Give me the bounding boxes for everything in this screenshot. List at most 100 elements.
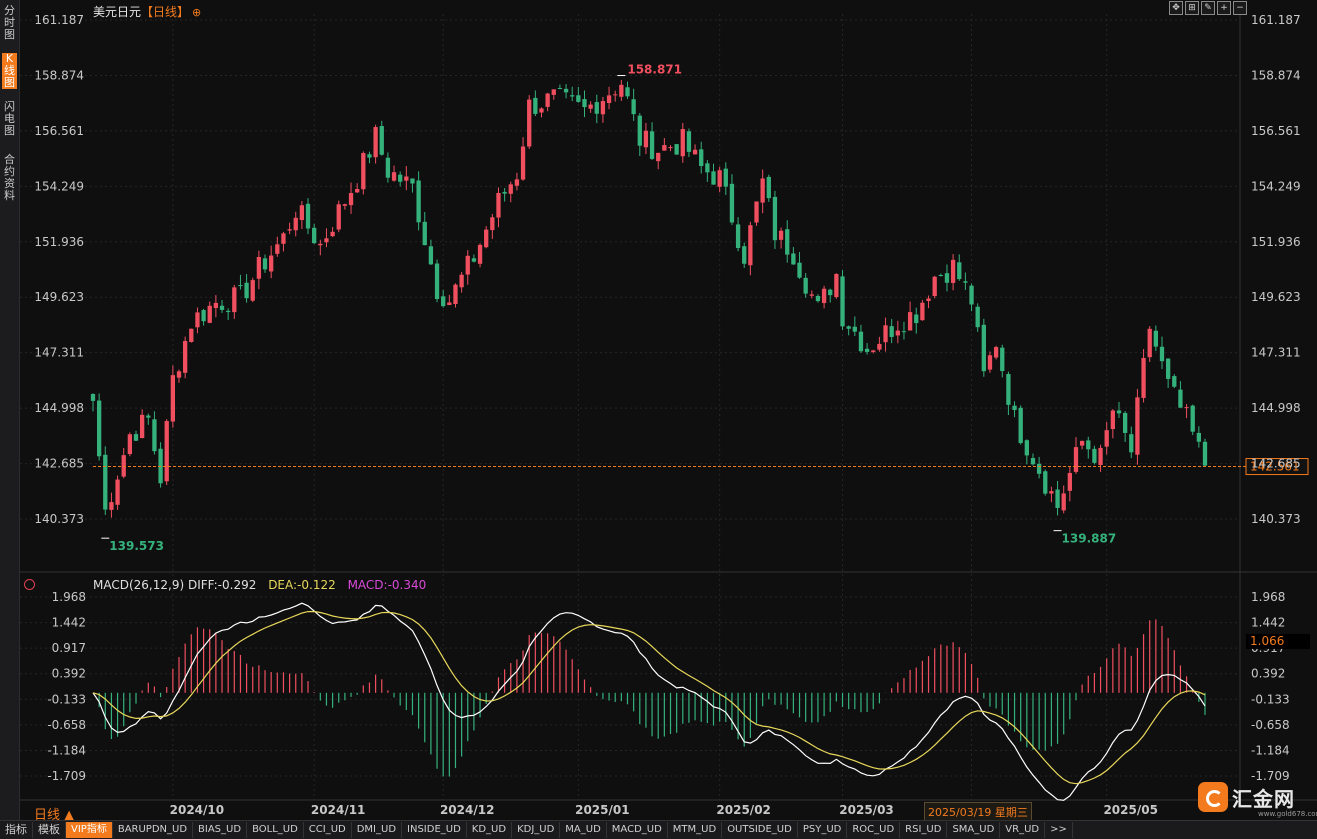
candle-body <box>139 414 145 439</box>
candle-body <box>342 204 348 206</box>
indicator-tab[interactable]: >> <box>1045 822 1073 838</box>
macd-title: MACD(26,12,9) DIFF:-0.292 DEA:-0.122 MAC… <box>93 578 426 592</box>
indicator-tab[interactable]: PSY_UD <box>798 822 848 838</box>
candle-body <box>631 99 636 115</box>
indicator-tab[interactable]: KD_UD <box>467 822 513 838</box>
candle-body <box>1135 397 1140 455</box>
time-tick: 2024/11 <box>311 803 365 817</box>
indicator-tab[interactable]: 指标 <box>0 822 33 838</box>
candle-body <box>742 246 747 264</box>
candle-body <box>914 314 919 324</box>
candle-body <box>152 419 157 452</box>
candle-body <box>1122 412 1128 433</box>
candle-body <box>1061 493 1066 511</box>
indicator-tab[interactable]: RSI_UD <box>900 822 948 838</box>
candle-body <box>441 296 446 307</box>
diff-value: DIFF:-0.292 <box>187 578 257 592</box>
candle-body <box>195 312 200 328</box>
indicator-tab[interactable]: OUTSIDE_UD <box>722 822 798 838</box>
candle-body <box>115 479 120 505</box>
price-tick-right: 149.623 <box>1251 290 1301 304</box>
indicator-tab[interactable]: VR_UD <box>1000 822 1046 838</box>
candle-body <box>269 255 274 272</box>
indicator-tab[interactable]: INSIDE_UD <box>402 822 467 838</box>
candle-body <box>275 244 280 254</box>
candle-body <box>422 221 427 246</box>
candle-body <box>637 115 642 146</box>
indicator-tab[interactable]: MACD_UD <box>607 822 668 838</box>
candle-body <box>1000 347 1005 372</box>
indicator-settings-icon[interactable] <box>24 579 35 590</box>
candle-body <box>803 277 808 294</box>
indicator-tab[interactable]: MTM_UD <box>668 822 723 838</box>
indicator-tab[interactable]: BIAS_UD <box>193 822 248 838</box>
price-tick-left: 161.187 <box>34 13 84 27</box>
candle-body <box>1190 405 1195 432</box>
macd-tick-left: 1.442 <box>52 616 86 630</box>
indicator-tab[interactable]: BARUPDN_UD <box>113 822 194 838</box>
candle-body <box>226 310 231 313</box>
draw-icon[interactable]: ✎ <box>1201 1 1215 15</box>
macd-tick-right: -1.184 <box>1251 743 1290 757</box>
chart-svg[interactable]: 158.871139.573139.887142.561161.187 161.1… <box>0 0 1317 820</box>
candle-body <box>938 274 943 276</box>
candle-body <box>1165 358 1171 379</box>
reset-icon[interactable]: ⊞ <box>1185 1 1199 15</box>
candle-body <box>404 176 409 181</box>
logo-icon <box>1198 782 1228 812</box>
indicator-tab[interactable]: BOLL_UD <box>247 822 304 838</box>
candle-body <box>834 273 839 298</box>
candle-body <box>582 99 587 108</box>
macd-current-label: 1.066 <box>1250 634 1284 648</box>
price-tick-left: 144.998 <box>34 401 84 415</box>
candle-body <box>711 171 716 185</box>
candle-body <box>330 231 335 237</box>
candle-body <box>1153 330 1159 347</box>
candle-body <box>1110 410 1115 430</box>
indicator-tab[interactable]: SMA_UD <box>947 822 1001 838</box>
macd-value: MACD:-0.340 <box>347 578 427 592</box>
candle-body <box>766 176 771 199</box>
candle-body <box>1178 389 1183 408</box>
high-label: 158.871 <box>627 63 682 77</box>
candle-body <box>643 130 649 148</box>
candle-body <box>484 229 489 248</box>
candle-body <box>828 289 833 296</box>
candle-body <box>428 246 434 265</box>
candle-body <box>416 180 421 223</box>
indicator-tab[interactable]: KDJ_UD <box>512 822 561 838</box>
candle-body <box>1172 376 1177 387</box>
zoom-in-icon[interactable]: + <box>1217 1 1231 15</box>
zoom-out-icon[interactable]: − <box>1233 1 1247 15</box>
candle-body <box>674 144 679 155</box>
candle-body <box>871 350 876 353</box>
logo-name: 汇金网 <box>1232 786 1295 811</box>
indicator-tab[interactable]: VIP指标 <box>66 822 113 838</box>
indicator-tab[interactable]: CCI_UD <box>304 822 352 838</box>
candle-body <box>963 281 968 283</box>
candle-body <box>1086 440 1091 450</box>
candle-body <box>613 94 618 96</box>
period-label[interactable]: 【日线】 <box>141 5 189 19</box>
candle-body <box>754 201 759 223</box>
fullscreen-icon[interactable]: ✥ <box>1169 1 1183 15</box>
candle-body <box>1098 447 1103 465</box>
candle-body <box>723 168 728 187</box>
candle-body <box>459 274 464 288</box>
indicator-tab[interactable]: ROC_UD <box>847 822 901 838</box>
candle-body <box>883 325 888 343</box>
candle-body <box>176 371 182 378</box>
candle-body <box>367 154 372 158</box>
candle-body <box>551 89 556 95</box>
candles <box>90 80 1208 518</box>
candle-body <box>950 259 956 283</box>
candle-body <box>170 375 176 422</box>
add-indicator-icon[interactable]: ⊕ <box>192 6 201 19</box>
candle-body <box>1202 441 1208 466</box>
candle-body <box>901 331 907 333</box>
indicator-tab[interactable]: DMI_UD <box>352 822 403 838</box>
indicator-tab[interactable]: 模板 <box>33 822 66 838</box>
candle-body <box>1116 410 1122 414</box>
macd-tick-left: -0.133 <box>47 692 86 706</box>
indicator-tab[interactable]: MA_UD <box>560 822 607 838</box>
